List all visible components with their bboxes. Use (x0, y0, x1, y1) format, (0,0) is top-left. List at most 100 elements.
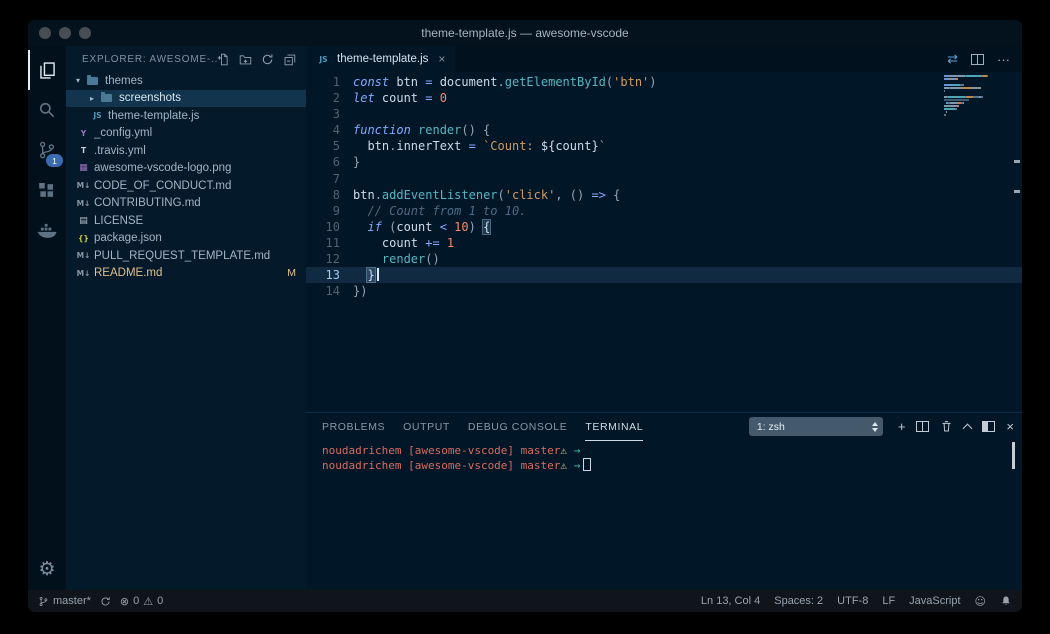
code-token: 'btn' (613, 75, 650, 89)
code-line-6[interactable]: 6} (306, 154, 1022, 170)
branch-indicator[interactable]: master* (38, 595, 91, 607)
scm-badge: 1 (46, 154, 63, 167)
minimap-line (944, 90, 1006, 92)
tab-theme-template-js[interactable]: JS theme-template.js × (306, 46, 456, 72)
code-line-2[interactable]: 2 let count = 0 (306, 90, 1022, 106)
code-line-12[interactable]: 12 render() (306, 251, 1022, 267)
code-line-5[interactable]: 5 btn.innerText = `Count: ${count}` (306, 138, 1022, 154)
minimap[interactable] (944, 75, 1006, 117)
code-token: getElementById (504, 75, 606, 89)
tree-item-theme-template-js[interactable]: JS theme-template.js (66, 107, 306, 125)
explorer-sidebar: EXPLORER: AWESOME-... ▾ themes ▸ screens… (66, 46, 306, 590)
search-activity-button[interactable] (28, 90, 66, 130)
tree-item-readme-md[interactable]: M↓ README.md M (66, 265, 306, 283)
tree-item-label: CODE_OF_CONDUCT.md (94, 179, 232, 192)
chevron-right-icon: ▸ (90, 93, 95, 103)
new-terminal-button[interactable]: + (898, 419, 906, 434)
md-icon: M↓ (76, 198, 91, 208)
code-line-content: const btn = document.getElementById('btn… (353, 74, 657, 90)
terminal-line: noudadrichem [awesome-vscode] master⚠ → (322, 457, 1022, 473)
select-arrows-icon (871, 421, 883, 432)
terminal-picker[interactable]: 1: zsh (748, 417, 883, 436)
file-tree: ▾ themes ▸ screenshots JS theme-template.js Y _… (66, 72, 306, 590)
errors-indicator[interactable]: ⊗ 0 ⚠ 0 (120, 595, 163, 608)
tree-item-contributing-md[interactable]: M↓ CONTRIBUTING.md (66, 195, 306, 213)
license-icon: ▤ (79, 215, 88, 226)
close-window-button[interactable] (39, 27, 51, 39)
search-icon (37, 100, 57, 120)
code-line-9[interactable]: 9 // Count from 1 to 10. (306, 203, 1022, 219)
docker-activity-button[interactable] (28, 210, 66, 250)
travis-icon: T (80, 146, 87, 156)
tree-item-pull-request-template-md[interactable]: M↓ PULL_REQUEST_TEMPLATE.md (66, 247, 306, 265)
terminal-scrollbar[interactable] (1012, 442, 1015, 469)
settings-gear-button[interactable]: ⚙ (38, 558, 55, 580)
close-tab-icon[interactable]: × (438, 52, 445, 66)
line-number: 12 (325, 252, 340, 267)
kill-terminal-button[interactable] (940, 420, 953, 433)
tree-item-code-of-conduct-md[interactable]: M↓ CODE_OF_CONDUCT.md (66, 177, 306, 195)
explorer-activity-button[interactable] (28, 50, 66, 90)
image-icon: ▦ (79, 163, 88, 174)
extensions-activity-button[interactable] (28, 170, 66, 210)
maximize-panel-button[interactable] (962, 422, 973, 433)
traffic-lights (39, 20, 91, 46)
terminal-text: → (567, 458, 581, 472)
window-title: theme-template.js — awesome-vscode (421, 26, 629, 40)
code-token: let (353, 91, 375, 106)
code-line-10[interactable]: 10 if (count < 10) { (306, 219, 1022, 235)
source-control-activity-button[interactable]: 1 (28, 130, 66, 170)
code-line-13[interactable]: 13 } (306, 267, 1022, 284)
code-token: render (353, 252, 426, 267)
code-line-4[interactable]: 4 function render() { (306, 122, 1022, 138)
new-file-button[interactable] (217, 53, 230, 66)
minimap-line (944, 111, 1006, 113)
encoding-indicator[interactable]: UTF-8 (837, 595, 868, 607)
tree-item-screenshots[interactable]: ▸ screenshots (66, 89, 306, 107)
tree-item-license[interactable]: ▤ LICENSE (66, 212, 306, 230)
language-indicator[interactable]: JavaScript (909, 595, 960, 607)
split-terminal-button[interactable] (916, 421, 930, 432)
code-line-content: function render() { (353, 122, 490, 138)
code-line-3[interactable]: 3 (306, 106, 1022, 122)
zoom-window-button[interactable] (79, 27, 91, 39)
more-actions-icon[interactable]: ··· (997, 52, 1010, 67)
refresh-explorer-button[interactable] (261, 53, 274, 66)
move-panel-button[interactable] (982, 421, 996, 432)
code-token: const (353, 75, 390, 89)
tree-item-package-json[interactable]: {} package.json (66, 230, 306, 248)
code-line-14[interactable]: 14}) (306, 283, 1022, 299)
split-editor-icon[interactable] (971, 53, 984, 65)
line-number: 4 (332, 123, 340, 138)
tree-item-themes[interactable]: ▾ themes (66, 72, 306, 90)
open-changes-icon[interactable]: ⇄ (947, 51, 958, 67)
notifications-bell-icon[interactable] (1000, 595, 1012, 607)
panel-tab-problems[interactable]: PROBLEMS (322, 413, 385, 441)
code-line-content: }) (353, 283, 367, 299)
indentation-indicator[interactable]: Spaces: 2 (774, 595, 823, 607)
panel-tab-output[interactable]: OUTPUT (403, 413, 450, 441)
js-icon: JS (93, 111, 102, 121)
tree-item-config-yml[interactable]: Y _config.yml (66, 125, 306, 143)
code-token: render (410, 123, 462, 138)
tree-item-travis-yml[interactable]: T .travis.yml (66, 142, 306, 160)
new-folder-button[interactable] (239, 53, 252, 66)
panel-tab-terminal[interactable]: TERMINAL (585, 413, 644, 441)
code-editor[interactable]: 1 const btn = document.getElementById('bt… (306, 72, 1022, 412)
eol-indicator[interactable]: LF (882, 595, 895, 607)
collapse-folders-button[interactable] (283, 53, 296, 66)
terminal-content[interactable]: noudadrichem [awesome-vscode] master⚠ → n… (306, 440, 1022, 590)
sync-button[interactable] (100, 596, 111, 607)
code-line-7[interactable]: 7 (306, 171, 1022, 187)
tree-item-awesome-vscode-logo-png[interactable]: ▦ awesome-vscode-logo.png (66, 160, 306, 178)
code-line-1[interactable]: 1 const btn = document.getElementById('bt… (306, 74, 1022, 90)
line-col-indicator[interactable]: Ln 13, Col 4 (701, 595, 760, 607)
feedback-smiley-icon[interactable]: ☺ (975, 595, 986, 608)
code-line-8[interactable]: 8 btn.addEventListener('click', () => { (306, 187, 1022, 203)
panel-tabs: PROBLEMS OUTPUT DEBUG CONSOLE TERMINAL (322, 413, 644, 441)
minimize-window-button[interactable] (59, 27, 71, 39)
code-line-11[interactable]: 11 count += 1 (306, 235, 1022, 251)
close-panel-button[interactable]: × (1006, 419, 1014, 434)
panel-tab-debug-console[interactable]: DEBUG CONSOLE (468, 413, 567, 441)
error-icon: ⊗ (119, 594, 130, 608)
